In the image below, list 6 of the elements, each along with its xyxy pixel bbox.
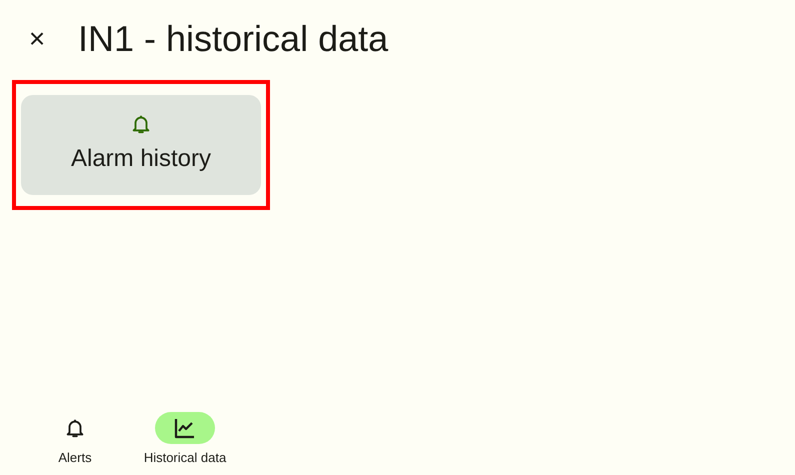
- nav-tab[interactable]: Alerts: [30, 412, 120, 467]
- close-button[interactable]: ×: [24, 25, 50, 53]
- nav-tab[interactable]: Historical data: [140, 412, 230, 467]
- alarm-history-card[interactable]: Alarm history: [21, 95, 261, 195]
- page-title: IN1 - historical data: [78, 21, 388, 57]
- bell-icon: [130, 113, 152, 135]
